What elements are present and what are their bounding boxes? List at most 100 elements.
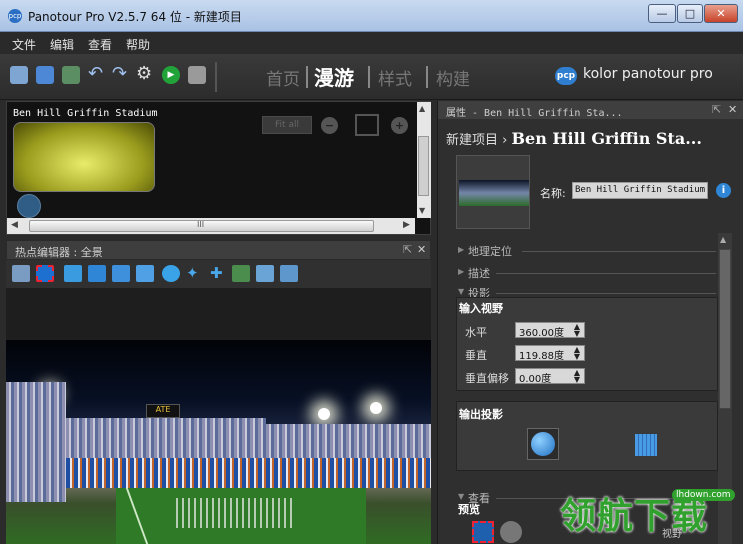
scroll-left-icon[interactable]: ◀ (11, 220, 18, 230)
scroll-down-icon[interactable]: ▼ (419, 206, 425, 215)
horizontal-scrollbar[interactable]: ◀ III ▶ (7, 218, 415, 234)
breadcrumb: 新建项目 › Ben Hill Griffin Sta... (446, 129, 702, 148)
tour-panel: Ben Hill Griffin Stadium Fit all − + ▲ ▼… (6, 101, 431, 235)
settings-icon[interactable]: ⚙ (136, 65, 154, 84)
hotspot-editor-title: 热点编辑器 : 全景 (15, 246, 103, 259)
menu-help[interactable]: 帮助 (126, 36, 150, 53)
input-fov-title: 输入视野 (459, 302, 503, 315)
watermark-site: lhdown.com (672, 489, 735, 501)
add-plus-icon[interactable]: ✚ (210, 265, 228, 282)
add-point-icon[interactable] (112, 265, 130, 282)
menu-edit[interactable]: 编辑 (50, 36, 74, 53)
save-icon[interactable] (36, 66, 54, 84)
fit-all-button[interactable]: Fit all (262, 116, 312, 134)
image-add-icon[interactable] (280, 265, 298, 282)
preview-frame-icon[interactable] (472, 521, 494, 543)
stadium-light (370, 402, 382, 414)
hotspot-editor-header: 热点编辑器 : 全景 ⇱ ✕ (6, 240, 431, 260)
scoreboard: ATE (146, 404, 180, 418)
tab-home[interactable]: 首页 (266, 65, 300, 90)
name-label: 名称: (540, 187, 566, 200)
main-toolbar: ↶ ↷ ⚙ ▶ 首页 漫游 样式 构建 pcp kolor panotour pr… (0, 54, 743, 100)
scroll-grip: III (197, 220, 205, 229)
zoom-out-icon[interactable]: − (321, 117, 338, 134)
spinner-icon[interactable]: ▲ ▼ (571, 323, 583, 338)
title-bar: pcp Panotour Pro V2.5.7 64 位 - 新建项目 — □ … (0, 0, 743, 32)
section-description[interactable]: 描述 (468, 265, 490, 281)
panorama-name: Ben Hill Griffin Stadium (13, 108, 158, 119)
preview-globe-icon[interactable] (500, 521, 522, 543)
minimize-button[interactable]: — (648, 4, 676, 23)
redo-icon[interactable]: ↷ (112, 65, 130, 84)
vertical-scrollbar[interactable]: ▲ ▼ (417, 102, 431, 218)
add-spot-icon[interactable] (162, 265, 180, 282)
expand-arrow-icon[interactable]: ▶ (458, 267, 464, 276)
horizontal-label: 水平 (465, 326, 487, 339)
flat-projection-icon[interactable] (635, 434, 657, 456)
vertical-offset-label: 垂直偏移 (465, 372, 509, 385)
far-stand (66, 418, 266, 458)
output-projection-group: 输出投影 (456, 401, 718, 471)
preview-title: 预览 (458, 503, 480, 516)
float-panel-icon[interactable]: ⇱ (712, 103, 721, 116)
menu-bar: 文件 编辑 查看 帮助 (0, 32, 743, 54)
image-icon[interactable] (256, 265, 274, 282)
menu-view[interactable]: 查看 (88, 36, 112, 53)
play-icon[interactable]: ▶ (162, 66, 180, 84)
scroll-thumb[interactable] (418, 136, 429, 196)
scroll-up-icon[interactable]: ▲ (720, 235, 726, 244)
scroll-right-icon[interactable]: ▶ (403, 220, 410, 230)
add-frame-icon[interactable] (136, 265, 154, 282)
tab-separator (306, 66, 308, 88)
scroll-up-icon[interactable]: ▲ (419, 104, 425, 113)
marching-band (176, 498, 296, 528)
spinner-icon[interactable]: ▲ ▼ (571, 369, 583, 384)
properties-title: 属性 - Ben Hill Griffin Sta... (446, 108, 623, 119)
panorama-preview-thumb[interactable] (456, 155, 530, 229)
tab-style[interactable]: 样式 (378, 65, 412, 90)
maximize-button[interactable]: □ (677, 4, 703, 23)
tab-build[interactable]: 构建 (436, 65, 470, 90)
field (116, 488, 366, 544)
panorama-image[interactable]: ATE (6, 340, 431, 544)
breadcrumb-current: Ben Hill Griffin Sta... (511, 129, 702, 148)
name-field[interactable]: Ben Hill Griffin Stadium (572, 182, 708, 199)
expand-arrow-icon[interactable]: ▶ (458, 245, 464, 254)
select-icon[interactable] (12, 265, 30, 282)
section-divider (496, 273, 716, 274)
wizard-icon[interactable] (10, 66, 28, 84)
breadcrumb-separator: › (502, 133, 508, 148)
float-panel-icon[interactable]: ⇱ (403, 243, 412, 256)
field-line (125, 488, 149, 544)
frame-icon[interactable] (355, 114, 379, 136)
hotspot-toolbar: ✦ ✚ (6, 260, 431, 288)
properties-panel: 属性 - Ben Hill Griffin Sta... ⇱ ✕ 新建项目 › … (437, 101, 743, 544)
add-panorama-icon[interactable] (62, 66, 80, 84)
add-polygon-icon[interactable] (64, 265, 82, 282)
section-geolocation[interactable]: 地理定位 (468, 243, 512, 259)
close-panel-icon[interactable]: ✕ (728, 103, 737, 116)
crowd (66, 458, 431, 488)
panorama-thumbnail[interactable] (13, 122, 155, 192)
breadcrumb-root[interactable]: 新建项目 (446, 133, 498, 148)
tab-tour[interactable]: 漫游 (314, 62, 354, 91)
collapse-arrow-icon[interactable]: ▼ (458, 287, 464, 296)
add-star-icon[interactable]: ✦ (186, 265, 204, 282)
compass-icon[interactable] (17, 194, 41, 218)
zoom-in-icon[interactable]: + (391, 117, 408, 134)
close-panel-icon[interactable]: ✕ (417, 243, 426, 256)
brand-logo: pcp kolor panotour pro (555, 66, 713, 85)
close-button[interactable]: ✕ (704, 4, 738, 23)
menu-file[interactable]: 文件 (12, 36, 36, 53)
fullscreen-icon[interactable] (232, 265, 250, 282)
info-icon[interactable]: i (716, 183, 731, 198)
add-image-hotspot-icon[interactable] (88, 265, 106, 282)
scroll-thumb[interactable] (719, 249, 731, 409)
undo-icon[interactable]: ↶ (88, 65, 106, 84)
section-divider (522, 251, 716, 252)
spinner-icon[interactable]: ▲ ▼ (571, 346, 583, 361)
rect-select-icon[interactable] (36, 265, 54, 282)
spherical-projection-button[interactable] (527, 428, 559, 460)
export-icon[interactable] (188, 66, 206, 84)
collapse-arrow-icon[interactable]: ▼ (458, 492, 464, 501)
